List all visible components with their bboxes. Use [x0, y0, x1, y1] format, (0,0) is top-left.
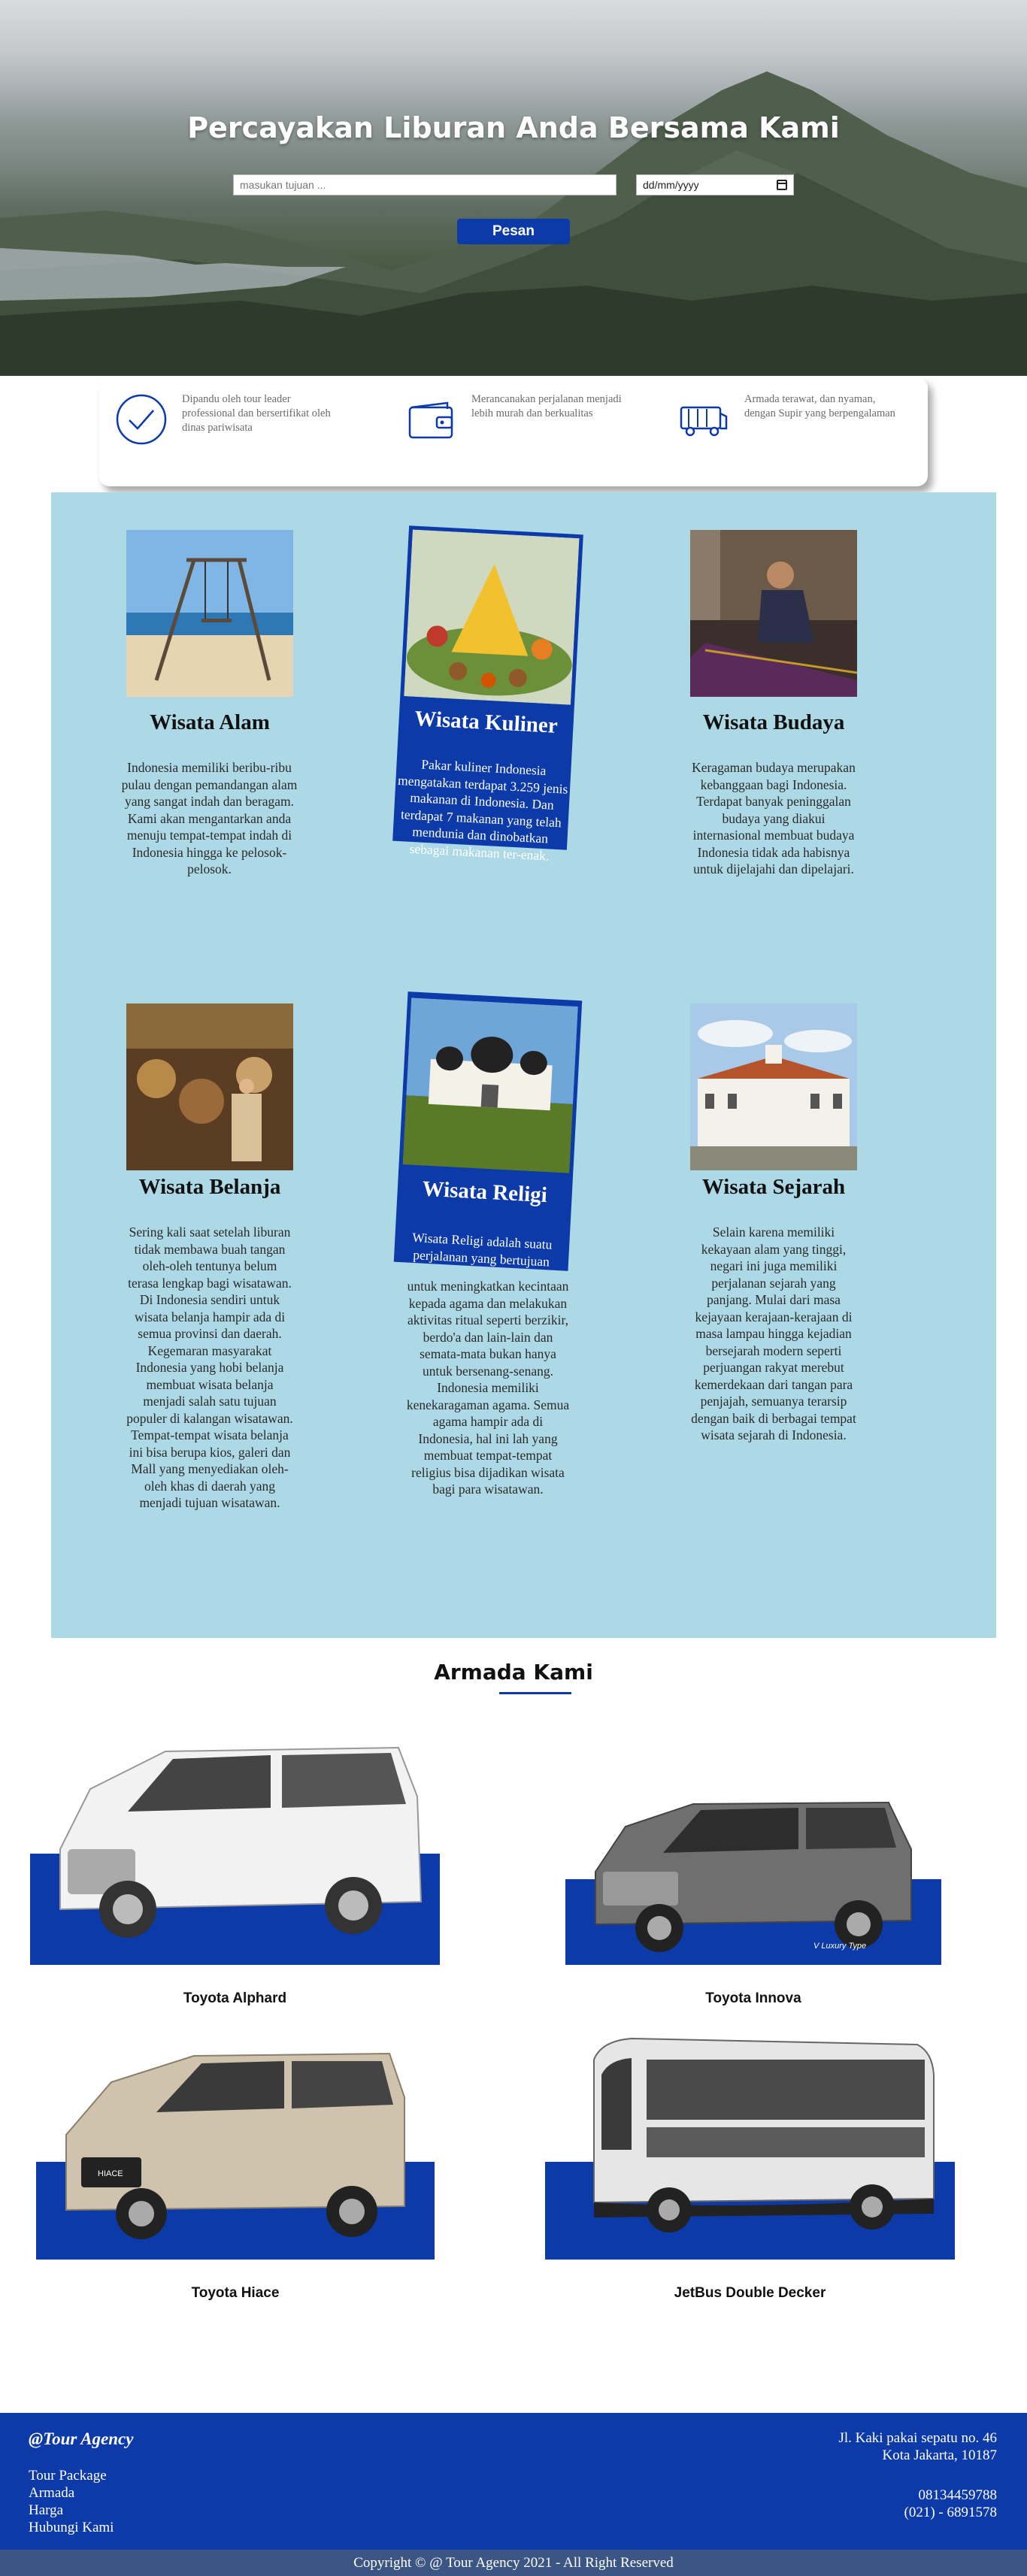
hero-banner: Percayakan Liburan Anda Bersama Kami dd/…	[0, 0, 1027, 376]
vehicle-name: Toyota Innova	[705, 1990, 801, 2006]
footer-link-hubungi-kami[interactable]: Hubungi Kami	[29, 2519, 114, 2536]
highlight-card: Wisata Kuliner Pakar kuliner Indonesia m…	[392, 525, 583, 863]
toyota-hiace-image: HIACE	[65, 2052, 405, 2239]
tour-title: Wisata Belanja	[138, 1175, 281, 1199]
weaving-woman-image	[690, 530, 857, 697]
tour-title: Wisata Religi	[421, 1176, 548, 1208]
innova-badge: V Luxury Type	[813, 1942, 866, 1951]
feature-text: Dipandu oleh tour leader professional da…	[182, 393, 331, 434]
tour-title: Wisata Alam	[150, 710, 270, 734]
armada-underline	[499, 1692, 571, 1694]
hiace-plate: HIACE	[98, 2169, 123, 2178]
tour-description: Indonesia memiliki beribu-ribu pulau den…	[121, 760, 298, 876]
feature-item: Armada terawat, dan nyaman, dengan Supir…	[677, 392, 902, 446]
feature-text: Armada terawat, dan nyaman, dengan Supir…	[744, 393, 895, 419]
tour-description: Sering kali saat setelah liburan tidak m…	[126, 1224, 293, 1510]
tour-title: Wisata Kuliner	[414, 706, 559, 738]
copyright-bar: Copyright © @ Tour Agency 2021 - All Rig…	[0, 2550, 1027, 2576]
vehicle-alphard[interactable]	[30, 1729, 440, 1969]
beach-swing-image	[126, 530, 293, 697]
vehicle-hiace[interactable]: HIACE	[36, 2045, 435, 2263]
order-button[interactable]: Pesan	[457, 219, 570, 244]
vehicle-name: Toyota Hiace	[191, 2285, 280, 2301]
tour-card-alam[interactable]: Wisata Alam Indonesia memiliki beribu-ri…	[111, 492, 308, 943]
vehicle-jetbus[interactable]	[545, 2030, 955, 2263]
tour-card-religi[interactable]: Wisata Religi Wisata Religi adalah suatu…	[389, 973, 586, 1500]
phone-mobile: 08134459788	[918, 2487, 998, 2503]
tour-card-kuliner[interactable]: Wisata Kuliner Pakar kuliner Indonesia m…	[389, 492, 586, 943]
tour-description: Selain karena memiliki kekayaan alam yan…	[691, 1224, 856, 1442]
toyota-innova-image: V Luxury Type	[595, 1801, 912, 1952]
vehicle-innova[interactable]: V Luxury Type	[565, 1789, 941, 1969]
tours-section: Wisata Alam Indonesia memiliki beribu-ri…	[51, 492, 996, 1638]
tour-description: Keragaman budaya merupakan kebanggaan ba…	[692, 760, 856, 876]
footer-brand[interactable]: @Tour Agency	[29, 2429, 133, 2449]
calendar-icon[interactable]	[777, 180, 787, 190]
footer-phones: 08134459788 (021) - 6891578	[904, 2487, 997, 2521]
wallet-icon	[408, 401, 453, 439]
feature-item: Merancanakan perjalanan menjadi lebih mu…	[404, 392, 629, 446]
tour-title: Wisata Sejarah	[701, 1175, 846, 1199]
toyota-alphard-image	[59, 1746, 423, 1938]
vehicle-name: JetBus Double Decker	[674, 2285, 826, 2301]
market-image	[126, 1003, 293, 1170]
date-value: dd/mm/yyyy	[643, 179, 699, 191]
check-circle-icon	[116, 394, 167, 445]
destination-input[interactable]	[233, 174, 617, 195]
mosque-image	[402, 997, 578, 1173]
tour-card-sejarah[interactable]: Wisata Sejarah Selain karena memiliki ke…	[675, 973, 872, 1500]
footer-address: Jl. Kaki pakai sepatu no. 46 Kota Jakart…	[838, 2429, 997, 2464]
tour-card-belanja[interactable]: Wisata Belanja Sering kali saat setelah …	[111, 973, 308, 1510]
armada-title: Armada Kami	[434, 1660, 593, 1685]
footer: @Tour Agency Tour Package Armada Harga H…	[0, 2413, 1027, 2550]
tumpeng-food-image	[404, 529, 580, 705]
hero-title: Percayakan Liburan Anda Bersama Kami	[187, 111, 840, 144]
vehicle-name: Toyota Alphard	[183, 1990, 287, 2006]
tour-card-budaya[interactable]: Wisata Budaya Keragaman budaya merupakan…	[675, 492, 872, 943]
footer-link-tour-package[interactable]: Tour Package	[29, 2467, 114, 2484]
tour-title: Wisata Budaya	[702, 710, 845, 734]
bus-icon	[680, 406, 728, 437]
footer-link-armada[interactable]: Armada	[29, 2484, 114, 2502]
features-card: Dipandu oleh tour leader professional da…	[99, 377, 928, 486]
address-line-2: Kota Jakarta, 10187	[882, 2447, 997, 2463]
footer-link-harga[interactable]: Harga	[29, 2502, 114, 2519]
address-line-1: Jl. Kaki pakai sepatu no. 46	[838, 2430, 997, 2446]
phone-office: (021) - 6891578	[904, 2505, 997, 2520]
jetbus-double-decker-image	[593, 2037, 935, 2232]
colonial-building-image	[690, 1003, 857, 1170]
footer-links: Tour Package Armada Harga Hubungi Kami	[29, 2467, 114, 2536]
tour-description: untuk meningkatkan kecintaan kepada agam…	[406, 1279, 570, 1497]
feature-item: Dipandu oleh tour leader professional da…	[114, 392, 340, 446]
date-input[interactable]: dd/mm/yyyy	[636, 174, 794, 195]
highlight-card: Wisata Religi Wisata Religi adalah suatu…	[393, 991, 583, 1271]
tour-description-top: Wisata Religi adalah suatu perjalanan ya…	[411, 1229, 553, 1270]
feature-text: Merancanakan perjalanan menjadi lebih mu…	[471, 393, 622, 419]
tour-description-top: Pakar kuliner Indonesia mengatakan terda…	[397, 756, 568, 864]
